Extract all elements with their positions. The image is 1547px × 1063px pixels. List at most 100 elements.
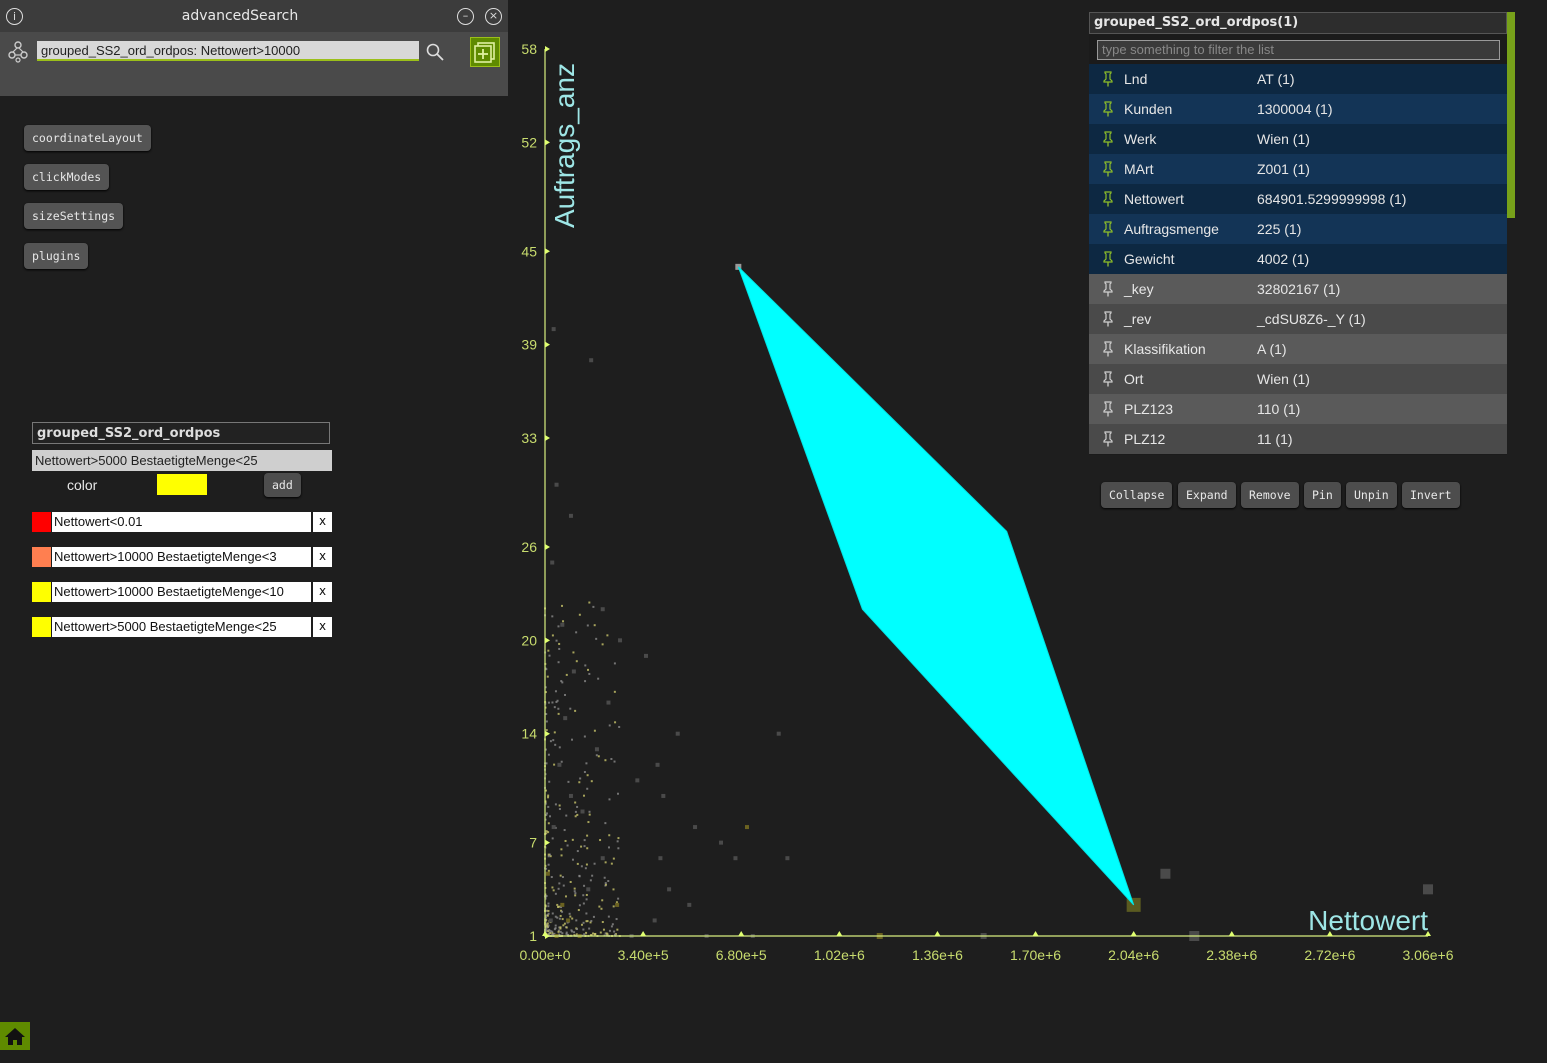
data-point[interactable] [571,930,574,933]
data-point[interactable] [553,706,556,709]
list-row[interactable]: Ort Wien (1) [1089,364,1507,394]
data-point[interactable] [550,560,555,565]
data-point[interactable] [580,865,583,868]
data-point[interactable] [776,731,781,736]
data-point[interactable] [571,669,576,674]
data-point[interactable] [582,894,585,897]
minimize-icon[interactable]: – [457,8,474,25]
data-point[interactable] [605,932,608,935]
data-point[interactable] [572,651,575,654]
data-point[interactable] [575,919,578,922]
data-point[interactable] [600,856,605,861]
invert-button[interactable]: Invert [1402,482,1460,508]
data-point[interactable] [547,853,550,856]
data-point[interactable] [615,902,620,907]
data-point[interactable] [590,780,593,783]
data-point[interactable] [557,887,560,890]
data-point[interactable] [560,902,565,907]
data-point[interactable] [556,903,559,906]
data-point[interactable] [744,825,749,830]
search-icon[interactable] [426,43,444,61]
data-point[interactable] [554,924,557,927]
data-point[interactable] [578,904,581,907]
data-point[interactable] [552,739,555,742]
list-row[interactable]: Auftragsmenge 225 (1) [1089,214,1507,244]
data-point[interactable] [548,929,551,932]
data-point[interactable] [578,781,581,784]
data-point[interactable] [545,729,548,732]
data-point[interactable] [615,918,618,921]
data-point[interactable] [576,805,579,808]
remove-rule-button[interactable]: x [313,547,332,567]
data-point[interactable] [560,854,563,857]
list-row[interactable]: Kunden 1300004 (1) [1089,94,1507,124]
data-point[interactable] [574,815,577,818]
data-point[interactable] [588,927,591,930]
data-point[interactable] [566,918,571,923]
data-point[interactable] [565,673,568,676]
data-point[interactable] [675,731,680,736]
data-point[interactable] [587,668,590,671]
data-point[interactable] [567,780,570,783]
data-point[interactable] [594,747,599,752]
data-point[interactable] [600,607,605,612]
data-point[interactable] [582,928,585,931]
data-point[interactable] [586,847,589,850]
data-point[interactable] [569,880,572,883]
data-point[interactable] [604,822,607,825]
data-point[interactable] [551,615,554,618]
data-point[interactable] [635,778,640,783]
data-point[interactable] [552,933,555,936]
data-point[interactable] [562,620,565,623]
data-point[interactable] [606,700,611,705]
data-point[interactable] [590,919,593,922]
add-box-icon[interactable] [470,37,500,67]
data-point[interactable] [573,890,576,893]
data-point[interactable] [574,810,577,813]
data-point[interactable] [561,681,564,684]
list-row[interactable]: Nettowert 684901.5299999998 (1) [1089,184,1507,214]
data-point[interactable] [582,902,585,905]
data-point[interactable] [553,763,556,766]
data-point[interactable] [583,933,586,936]
data-point[interactable] [785,856,790,861]
data-point[interactable] [586,787,589,790]
data-point[interactable] [568,912,571,915]
data-point[interactable] [574,709,577,712]
data-point[interactable] [557,707,560,710]
data-point[interactable] [661,793,666,798]
data-point[interactable] [549,740,552,743]
data-point[interactable] [547,902,550,905]
data-point[interactable] [608,834,611,837]
data-point[interactable] [557,930,560,933]
list-row[interactable]: Werk Wien (1) [1089,124,1507,154]
data-point[interactable] [548,932,551,935]
data-point[interactable] [601,921,604,924]
data-point[interactable] [554,915,557,918]
pin-icon[interactable] [1101,101,1115,117]
data-point[interactable] [599,931,602,934]
data-point[interactable] [565,814,568,817]
data-point[interactable] [554,892,557,895]
data-point[interactable] [548,654,551,657]
data-point[interactable] [551,701,554,704]
data-point[interactable] [562,924,565,927]
list-row[interactable]: _key 32802167 (1) [1089,274,1507,304]
data-point[interactable] [577,909,580,912]
data-point[interactable] [614,721,617,724]
data-point[interactable] [545,871,550,876]
data-point[interactable] [601,643,604,646]
pin-icon[interactable] [1101,221,1115,237]
data-point[interactable] [580,845,583,848]
data-point[interactable] [559,874,562,877]
data-point[interactable] [557,762,562,767]
data-point[interactable] [559,926,562,929]
data-point[interactable] [588,672,591,675]
data-point[interactable] [719,840,724,845]
data-point[interactable] [583,884,586,887]
data-point[interactable] [687,902,692,907]
pin-icon[interactable] [1101,311,1115,327]
data-point[interactable] [563,829,566,832]
data-point[interactable] [551,912,554,915]
data-point[interactable] [545,720,548,723]
